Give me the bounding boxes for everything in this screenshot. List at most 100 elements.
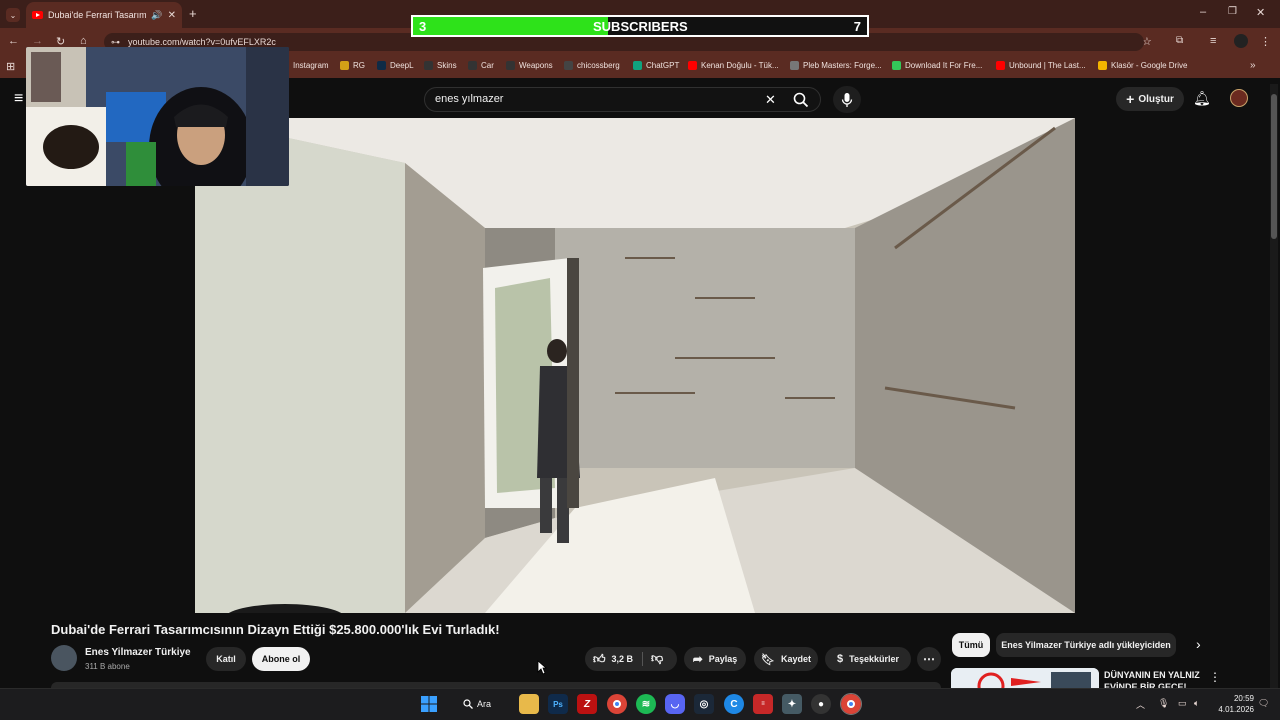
spotify-icon[interactable]: ≋ bbox=[636, 694, 656, 714]
bookmark-item[interactable]: Pleb Masters: Forge... bbox=[790, 61, 882, 70]
forward-icon[interactable]: → bbox=[32, 35, 43, 47]
tab-search-icon[interactable]: ⌄ bbox=[6, 8, 20, 22]
bookmark-favicon-icon bbox=[564, 61, 573, 70]
discord-icon[interactable]: ◡ bbox=[665, 694, 685, 714]
share-icon: ➦ bbox=[692, 652, 703, 666]
bookmark-label: Pleb Masters: Forge... bbox=[803, 61, 882, 70]
like-count[interactable]: 3,2 B bbox=[612, 654, 634, 664]
photoshop-icon[interactable]: Ps bbox=[548, 694, 568, 714]
tray-mic-icon[interactable]: 🎙︎ bbox=[1158, 698, 1169, 709]
bookmark-item[interactable]: Kenan Doğulu - Tük... bbox=[688, 61, 779, 70]
chip-all[interactable]: Tümü bbox=[952, 633, 990, 657]
maximize-icon[interactable]: ❐ bbox=[1228, 6, 1237, 17]
share-button[interactable]: ➦ Paylaş bbox=[684, 647, 746, 671]
app-gear-icon[interactable]: ✦ bbox=[782, 694, 802, 714]
bookmark-item[interactable]: DeepL bbox=[377, 61, 414, 70]
file-explorer-icon[interactable] bbox=[519, 694, 539, 714]
bookmark-favicon-icon bbox=[892, 61, 901, 70]
steam-icon[interactable]: ◎ bbox=[694, 694, 714, 714]
search-query: enes yılmazer bbox=[435, 93, 504, 105]
more-actions-icon[interactable]: ⋯ bbox=[917, 647, 941, 671]
minimize-icon[interactable]: – bbox=[1200, 6, 1206, 18]
app-red-icon[interactable]: ≡ bbox=[753, 694, 773, 714]
streamer-webcam-image bbox=[26, 47, 289, 186]
home-icon[interactable]: ⌂ bbox=[80, 35, 87, 47]
tray-network-icon[interactable]: ▭ bbox=[1178, 698, 1187, 709]
notification-center-icon[interactable]: 🗨︎ bbox=[1258, 698, 1269, 709]
dislike-icon[interactable]: 👎︎ bbox=[651, 651, 663, 666]
channel-avatar[interactable] bbox=[51, 645, 77, 671]
bookmark-label: Kenan Doğulu - Tük... bbox=[701, 61, 779, 70]
start-icon[interactable] bbox=[419, 694, 439, 714]
join-button[interactable]: Katıl bbox=[206, 647, 246, 671]
join-label: Katıl bbox=[216, 654, 236, 664]
chrome-icon[interactable] bbox=[607, 694, 627, 714]
bookmark-favicon-icon bbox=[790, 61, 799, 70]
new-tab-icon[interactable]: + bbox=[189, 6, 197, 21]
like-divider bbox=[642, 652, 643, 666]
profile-avatar[interactable] bbox=[1234, 34, 1248, 48]
thanks-button[interactable]: $ Teşekkürler bbox=[825, 647, 911, 671]
clear-search-icon[interactable]: ✕ bbox=[765, 88, 776, 111]
taskbar-search[interactable]: Ara bbox=[448, 694, 506, 714]
hamburger-menu-icon[interactable]: ≡ bbox=[14, 90, 23, 108]
taskbar-clock[interactable]: 20:59 4.01.2026 bbox=[1214, 693, 1254, 715]
create-button[interactable]: + Oluştur bbox=[1116, 87, 1184, 111]
chrome-active-icon[interactable] bbox=[840, 693, 862, 715]
media-control-icon[interactable]: ≡ bbox=[1210, 35, 1216, 47]
notifications-bell-icon[interactable]: 🔔︎ bbox=[1193, 90, 1211, 107]
clock-date: 4.01.2026 bbox=[1218, 705, 1254, 714]
related-thumbnail[interactable] bbox=[951, 668, 1099, 688]
tab-title: Dubai'de Ferrari Tasarımcıs bbox=[48, 10, 147, 20]
apps-grid-icon[interactable]: ⊞ bbox=[6, 60, 15, 73]
more-bookmarks-icon[interactable]: » bbox=[1250, 60, 1256, 71]
chips-next-icon[interactable]: › bbox=[1196, 636, 1201, 652]
bookmark-item[interactable]: Skins bbox=[424, 61, 457, 70]
voice-search-button[interactable] bbox=[833, 86, 861, 113]
browser-menu-icon[interactable]: ⋮ bbox=[1260, 35, 1271, 48]
bookmark-item[interactable]: Weapons bbox=[506, 61, 553, 70]
search-icon[interactable] bbox=[793, 92, 809, 108]
video-player[interactable] bbox=[195, 118, 1075, 613]
like-icon[interactable]: 👍︎ bbox=[593, 652, 606, 667]
bookmark-item[interactable]: Klasör - Google Drive bbox=[1098, 61, 1187, 70]
filezilla-icon[interactable]: Z bbox=[577, 694, 597, 714]
bookmark-item[interactable]: Unbound | The Last... bbox=[996, 61, 1086, 70]
thanks-icon: $ bbox=[837, 653, 844, 665]
bookmark-item[interactable]: chicossberg bbox=[564, 61, 620, 70]
browser-tab[interactable]: Dubai'de Ferrari Tasarımcıs 🔊 ✕ bbox=[26, 2, 182, 28]
app-c-icon[interactable]: C bbox=[724, 694, 744, 714]
subscribe-label: Abone ol bbox=[261, 654, 301, 664]
bookmark-label: Skins bbox=[437, 61, 457, 70]
bookmark-item[interactable]: Download It For Fre... bbox=[892, 61, 982, 70]
audio-playing-icon[interactable]: 🔊 bbox=[151, 10, 162, 21]
tray-volume-icon[interactable]: 🔈︎ bbox=[1194, 698, 1199, 709]
subscribe-button[interactable]: Abone ol bbox=[252, 647, 310, 671]
tray-chevron-icon[interactable]: ︿ bbox=[1136, 698, 1145, 711]
subscriber-progress-fill bbox=[413, 17, 609, 35]
account-avatar[interactable] bbox=[1230, 89, 1248, 107]
thanks-label: Teşekkürler bbox=[849, 654, 899, 664]
page-scrollbar[interactable] bbox=[1270, 84, 1278, 688]
webcam-overlay bbox=[26, 47, 289, 186]
obs-icon[interactable]: ● bbox=[811, 694, 831, 714]
related-more-icon[interactable]: ⋮ bbox=[1209, 670, 1221, 684]
related-video-title[interactable]: DÜNYANIN EN YALNIZ EVİNDE BİR GECE! bbox=[1104, 669, 1204, 688]
bookmark-label: RG bbox=[353, 61, 365, 70]
bookmark-label: Klasör - Google Drive bbox=[1111, 61, 1188, 70]
bookmark-label: chicossberg bbox=[577, 61, 620, 70]
bookmark-favicon-icon bbox=[996, 61, 1005, 70]
mouse-cursor-icon bbox=[537, 660, 547, 675]
channel-name[interactable]: Enes Yilmazer Türkiye bbox=[85, 647, 191, 658]
back-icon[interactable]: ← bbox=[8, 35, 19, 47]
scrollbar-thumb[interactable] bbox=[1271, 94, 1277, 239]
extensions-icon[interactable]: ⧉ bbox=[1176, 35, 1183, 46]
save-button[interactable]: 🔖︎ Kaydet bbox=[754, 647, 818, 671]
search-input[interactable]: enes yılmazer ✕ bbox=[424, 87, 821, 112]
tab-close-icon[interactable]: ✕ bbox=[168, 10, 176, 21]
bookmark-item[interactable]: RG bbox=[340, 61, 365, 70]
bookmark-item[interactable]: Car bbox=[468, 61, 494, 70]
bookmark-item[interactable]: ChatGPT bbox=[633, 61, 679, 70]
window-close-icon[interactable]: ✕ bbox=[1256, 6, 1265, 19]
chip-uploader[interactable]: Enes Yilmazer Türkiye adlı yükleyiciden bbox=[996, 633, 1176, 657]
